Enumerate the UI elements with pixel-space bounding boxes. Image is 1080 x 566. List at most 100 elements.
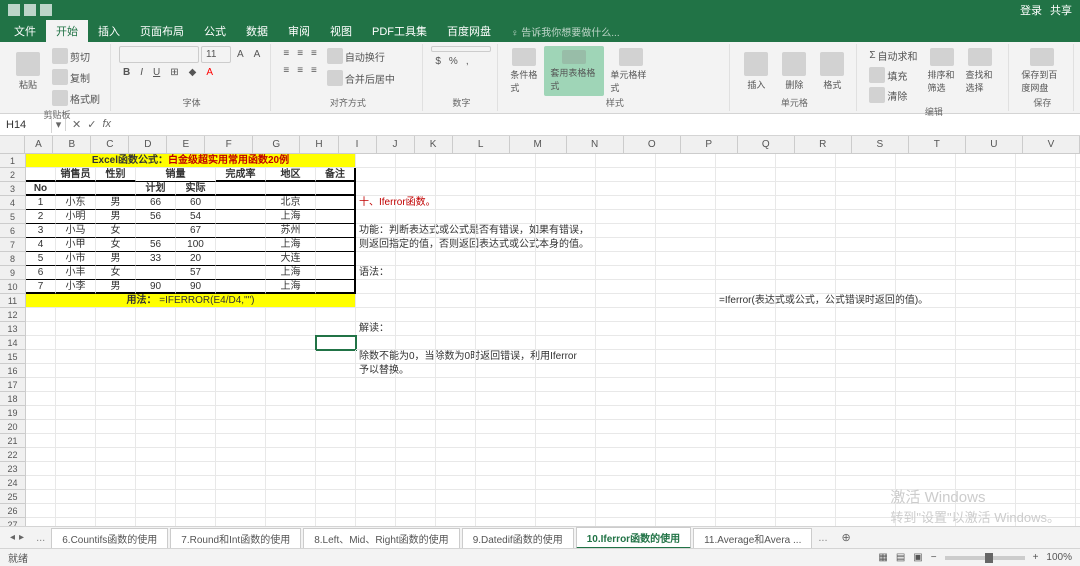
- cell[interactable]: 小甲: [56, 238, 96, 252]
- cell[interactable]: [896, 322, 956, 336]
- cell[interactable]: [956, 196, 1016, 210]
- cell[interactable]: [436, 266, 476, 280]
- cell[interactable]: [96, 308, 136, 322]
- cell[interactable]: [716, 448, 776, 462]
- cell[interactable]: [836, 462, 896, 476]
- cell[interactable]: [716, 266, 776, 280]
- cell[interactable]: [96, 392, 136, 406]
- cell[interactable]: [136, 504, 176, 518]
- cell[interactable]: [476, 504, 536, 518]
- cell[interactable]: [956, 364, 1016, 378]
- cell[interactable]: [716, 392, 776, 406]
- cell[interactable]: [356, 490, 396, 504]
- cell[interactable]: 女: [96, 224, 136, 238]
- cell[interactable]: 小李: [56, 280, 96, 294]
- cell[interactable]: [956, 154, 1016, 168]
- cell[interactable]: [136, 364, 176, 378]
- insert-cells[interactable]: 插入: [738, 46, 774, 96]
- cell[interactable]: 性别: [96, 168, 136, 182]
- cell[interactable]: [56, 182, 96, 196]
- cell[interactable]: [536, 280, 596, 294]
- cell[interactable]: [836, 196, 896, 210]
- cell[interactable]: [266, 504, 316, 518]
- cell[interactable]: [396, 322, 436, 336]
- col-header-V[interactable]: V: [1023, 136, 1080, 154]
- cell[interactable]: [216, 252, 266, 266]
- cell[interactable]: [1076, 448, 1080, 462]
- row-header[interactable]: 8: [0, 252, 26, 266]
- cell[interactable]: 小丰: [56, 266, 96, 280]
- cell[interactable]: [266, 378, 316, 392]
- row-header[interactable]: 15: [0, 350, 26, 364]
- format-painter-button[interactable]: 格式刷: [48, 88, 104, 108]
- cell[interactable]: 小明: [56, 210, 96, 224]
- col-header-Q[interactable]: Q: [738, 136, 795, 154]
- cell[interactable]: [396, 266, 436, 280]
- undo-icon[interactable]: [24, 4, 36, 16]
- cell[interactable]: [536, 406, 596, 420]
- cell[interactable]: [536, 252, 596, 266]
- cell[interactable]: [716, 168, 776, 182]
- cell[interactable]: [836, 392, 896, 406]
- wrap-text[interactable]: 自动换行: [323, 46, 399, 66]
- cell[interactable]: [56, 504, 96, 518]
- cell[interactable]: [436, 364, 476, 378]
- cell[interactable]: [656, 420, 716, 434]
- col-header-G[interactable]: G: [253, 136, 301, 154]
- cell[interactable]: [536, 168, 596, 182]
- cell[interactable]: [956, 182, 1016, 196]
- cell[interactable]: [216, 322, 266, 336]
- cell[interactable]: [216, 210, 266, 224]
- cell[interactable]: 20: [176, 252, 216, 266]
- cell[interactable]: [536, 350, 596, 364]
- cell[interactable]: [436, 168, 476, 182]
- cell[interactable]: [716, 434, 776, 448]
- cell[interactable]: [656, 434, 716, 448]
- cell[interactable]: [956, 406, 1016, 420]
- cell[interactable]: 上海: [266, 210, 316, 224]
- cell[interactable]: [1076, 378, 1080, 392]
- cell[interactable]: [476, 168, 536, 182]
- cell[interactable]: [776, 392, 836, 406]
- formula-cell[interactable]: 用法： =IFERROR(E4/D4,""): [26, 294, 356, 308]
- cell[interactable]: 100: [176, 238, 216, 252]
- tab-insert[interactable]: 插入: [88, 20, 130, 42]
- cell[interactable]: [776, 378, 836, 392]
- cell[interactable]: 则返回指定的值，否则返回表达式或公式本身的值。: [356, 238, 396, 252]
- cell[interactable]: [1016, 434, 1076, 448]
- cell[interactable]: [436, 154, 476, 168]
- cell[interactable]: [436, 224, 476, 238]
- cell[interactable]: [436, 434, 476, 448]
- cell[interactable]: [356, 210, 396, 224]
- cell[interactable]: [896, 392, 956, 406]
- cell[interactable]: [56, 378, 96, 392]
- cell[interactable]: [356, 280, 396, 294]
- cell[interactable]: [476, 448, 536, 462]
- cell[interactable]: [1016, 182, 1076, 196]
- cell[interactable]: [476, 182, 536, 196]
- cell[interactable]: [536, 504, 596, 518]
- cell[interactable]: [396, 448, 436, 462]
- row-header[interactable]: 12: [0, 308, 26, 322]
- cell[interactable]: [536, 238, 596, 252]
- cell[interactable]: 57: [176, 266, 216, 280]
- cell[interactable]: [776, 462, 836, 476]
- cell[interactable]: [656, 154, 716, 168]
- cell[interactable]: [396, 392, 436, 406]
- cell[interactable]: 60: [176, 196, 216, 210]
- cell[interactable]: [396, 280, 436, 294]
- cell[interactable]: [216, 476, 266, 490]
- cell[interactable]: [316, 182, 356, 196]
- cell[interactable]: [56, 406, 96, 420]
- cell[interactable]: [776, 154, 836, 168]
- cell[interactable]: [266, 308, 316, 322]
- cell[interactable]: [136, 490, 176, 504]
- cell[interactable]: [596, 238, 656, 252]
- cell[interactable]: [596, 490, 656, 504]
- cell[interactable]: [216, 448, 266, 462]
- sheet-tab-9[interactable]: 9.Datedif函数的使用: [462, 528, 574, 548]
- cell[interactable]: [656, 504, 716, 518]
- cell[interactable]: [596, 420, 656, 434]
- cell[interactable]: [776, 196, 836, 210]
- cell[interactable]: [1076, 476, 1080, 490]
